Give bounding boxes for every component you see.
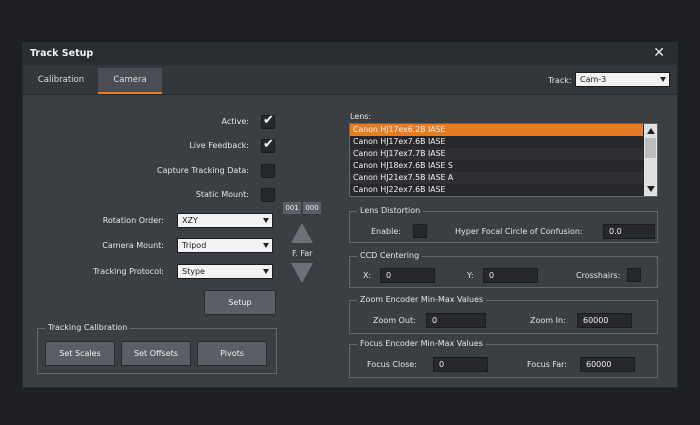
tab-camera[interactable]: Camera (98, 68, 162, 94)
rotation-order-select[interactable]: XZY (177, 213, 273, 228)
track-label: Track: (548, 76, 572, 85)
focus-close-input[interactable]: 0 (433, 357, 488, 372)
counter-right: 000 (303, 202, 321, 214)
enable-label: Enable: (371, 227, 401, 236)
scroll-up-icon[interactable] (647, 128, 655, 134)
tracking-protocol-value: Stype (182, 267, 205, 276)
chevron-down-icon (263, 243, 269, 248)
static-mount-label: Static Mount: (195, 190, 249, 199)
tracking-protocol-select[interactable]: Stype (177, 264, 273, 279)
zoom-out-label: Zoom Out: (373, 316, 416, 325)
scroll-thumb[interactable] (645, 138, 656, 158)
capture-tracking-label: Capture Tracking Data: (157, 166, 249, 175)
crosshairs-checkbox[interactable] (627, 268, 641, 282)
zoom-in-input[interactable]: 60000 (577, 313, 632, 328)
zoom-in-label: Zoom In: (530, 316, 566, 325)
tracking-protocol-label: Tracking Protocol: (93, 267, 164, 276)
capture-tracking-checkbox[interactable] (261, 164, 275, 178)
focus-far-field-label: Focus Far: (527, 360, 568, 369)
setup-button[interactable]: Setup (204, 290, 276, 315)
rotation-order-label: Rotation Order: (102, 216, 164, 225)
focus-down-icon[interactable] (291, 263, 313, 283)
y-input[interactable]: 0 (483, 268, 538, 283)
ccd-centering-title: CCD Centering (357, 251, 423, 260)
pivots-button[interactable]: Pivots (197, 341, 267, 366)
lens-item[interactable]: Canon HJ17ex6.2B IASE (350, 124, 643, 136)
tracking-calibration-title: Tracking Calibration (45, 323, 131, 332)
chevron-down-icon (263, 269, 269, 274)
track-setup-window: Track Setup ✕ Calibration Camera Track: … (22, 42, 678, 388)
rotation-order-value: XZY (182, 216, 198, 225)
focus-up-icon[interactable] (291, 223, 313, 243)
focus-close-label: Focus Close: (367, 360, 417, 369)
zoom-encoder-title: Zoom Encoder Min-Max Values (357, 295, 487, 304)
window-title: Track Setup (30, 48, 94, 59)
lens-item[interactable]: Canon HJ21ex7.5B IASE A (350, 172, 643, 184)
live-feedback-label: Live Feedback: (189, 141, 249, 150)
scroll-down-icon[interactable] (647, 186, 655, 192)
set-scales-button[interactable]: Set Scales (45, 341, 115, 366)
check-icon: ✔ (263, 113, 274, 128)
crosshairs-label: Crosshairs: (576, 271, 621, 280)
check-icon: ✔ (263, 137, 274, 152)
hyper-focal-input[interactable]: 0.0 (603, 224, 655, 239)
track-select-value: Cam-3 (580, 75, 607, 84)
hyper-focal-label: Hyper Focal Circle of Confusion: (455, 227, 583, 236)
active-checkbox[interactable]: ✔ (261, 113, 275, 129)
lens-distortion-title: Lens Distortion (357, 206, 424, 215)
lens-item[interactable]: Canon HJ18ex7.6B IASE S (350, 160, 643, 172)
counter-left: 001 (283, 202, 301, 214)
lens-item[interactable]: Canon HJ17ex7.7B IASE (350, 148, 643, 160)
tab-calibration[interactable]: Calibration (31, 68, 91, 94)
active-label: Active: (221, 117, 249, 126)
tab-bar: Calibration Camera Track: Cam-3 (23, 65, 677, 95)
focus-encoder-title: Focus Encoder Min-Max Values (357, 339, 486, 348)
camera-mount-value: Tripod (182, 241, 207, 250)
lens-label: Lens: (350, 112, 372, 121)
chevron-down-icon (660, 77, 666, 82)
lens-item[interactable]: Canon HJ22ex7.6B IASE (350, 184, 643, 196)
set-offsets-button[interactable]: Set Offsets (121, 341, 191, 366)
x-label: X: (363, 271, 372, 280)
close-icon[interactable]: ✕ (653, 45, 665, 61)
lens-scrollbar[interactable] (644, 124, 657, 196)
track-select[interactable]: Cam-3 (575, 72, 670, 87)
static-mount-checkbox[interactable] (261, 188, 275, 202)
camera-mount-select[interactable]: Tripod (177, 238, 273, 253)
lens-item[interactable]: Canon HJ17ex7.6B IASE (350, 136, 643, 148)
focus-far-input[interactable]: 60000 (580, 357, 635, 372)
x-input[interactable]: 0 (380, 268, 435, 283)
y-label: Y: (467, 271, 474, 280)
chevron-down-icon (263, 218, 269, 223)
enable-checkbox[interactable] (413, 224, 427, 238)
camera-mount-label: Camera Mount: (102, 241, 164, 250)
live-feedback-checkbox[interactable]: ✔ (261, 137, 275, 153)
focus-far-label: F. Far (292, 249, 313, 258)
title-bar: Track Setup ✕ (23, 43, 677, 65)
lens-list[interactable]: Canon HJ17ex6.2B IASE Canon HJ17ex7.6B I… (349, 123, 658, 197)
zoom-out-input[interactable]: 0 (426, 313, 486, 328)
